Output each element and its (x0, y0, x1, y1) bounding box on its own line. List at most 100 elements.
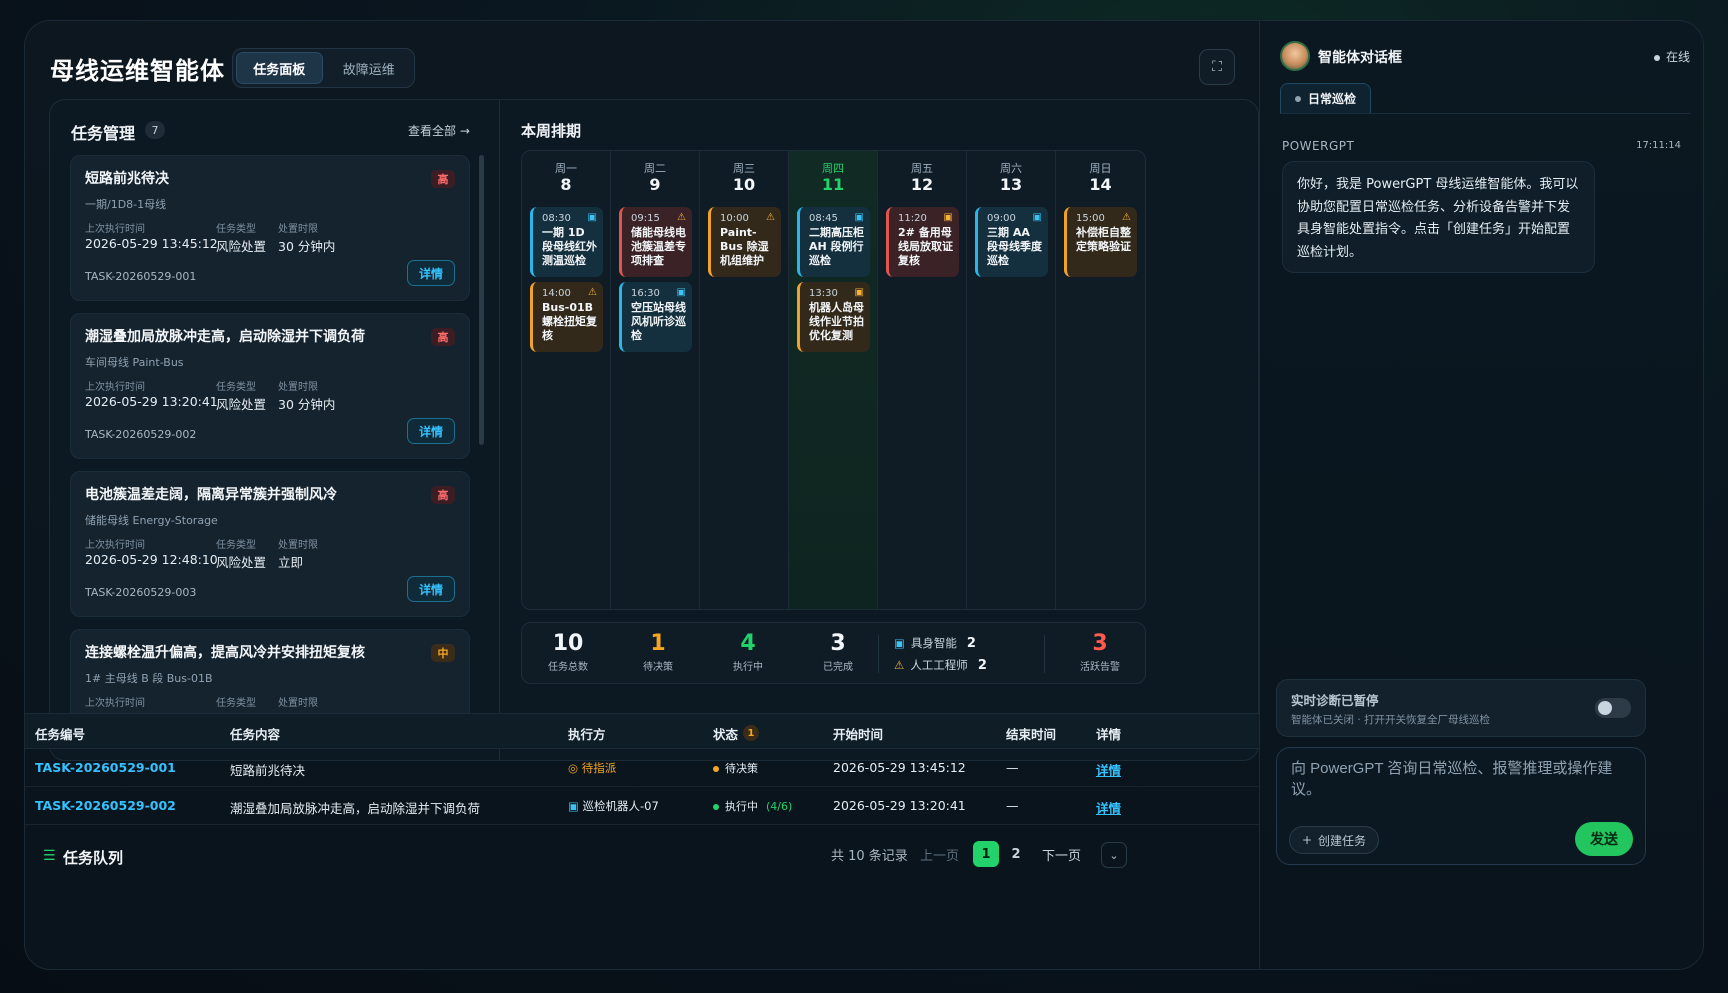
schedule-event[interactable]: 10:00 ⚠ Paint-Bus 除湿机组维护 (708, 207, 781, 277)
task-type-label: 任务类型 (216, 540, 256, 551)
tab-daily-patrol[interactable]: 日常巡检 (1280, 83, 1371, 113)
message-sender: POWERGPT (1282, 139, 1355, 153)
task-location: 一期/1D8-1母线 (85, 198, 167, 211)
status-progress: (4/6) (766, 800, 793, 813)
fullscreen-button[interactable]: ⛶ (1199, 49, 1235, 85)
task-type-value: 风险处置 (216, 239, 267, 254)
task-id-link[interactable]: TASK-20260529-001 (35, 760, 176, 775)
task-last_run-value: 2026-05-29 12:48:10 (85, 552, 218, 567)
schedule-event[interactable]: 16:30 ▣ 空压站母线风机听诊巡检 (619, 282, 692, 352)
task-location: 储能母线 Energy-Storage (85, 514, 218, 527)
day-column: 周四 11 08:45 ▣ 二期高压柜 AH 段例行巡检 13:30 ▣ 机器人岛母线作业节拍… (789, 151, 878, 609)
tab-dot-icon (1294, 95, 1301, 102)
stat-pending: 1 待决策 (618, 631, 698, 673)
day-name: 周一 (555, 162, 577, 175)
send-button[interactable]: 发送 (1575, 822, 1633, 856)
task-deadline-value: 30 分钟内 (278, 397, 336, 412)
task-content-cell: 短路前兆待决 (230, 763, 306, 778)
end-time-cell: — (1006, 760, 1019, 775)
online-label: 在线 (1665, 50, 1690, 64)
diagnosis-toggle[interactable] (1595, 698, 1631, 718)
task-board: 任务管理 7 查看全部 → 短路前兆待决 一期/1D8-1母线高上次执行时间 202… (49, 99, 1259, 761)
day-number: 10 (732, 175, 756, 194)
row-detail-link[interactable]: 详情 (1096, 760, 1121, 779)
schedule-event[interactable]: 09:00 ▣ 三期 AA 段母线季度巡检 (975, 207, 1048, 277)
chat-input-box: + 创建任务 发送 (1276, 747, 1646, 865)
executor-cell: ▣ 巡检机器人-07 (568, 798, 659, 814)
col-task-id: 任务编号 (35, 727, 86, 742)
day-number: 13 (999, 175, 1023, 194)
event-text: 机器人岛母线作业节拍优化复测 (809, 301, 864, 342)
detail-button[interactable]: 详情 (407, 260, 455, 286)
schedule-event[interactable]: 08:45 ▣ 二期高压柜 AH 段例行巡检 (797, 207, 870, 277)
status-cell: 执行中 (4/6) (713, 798, 792, 814)
page-button-1[interactable]: 1 (973, 841, 999, 867)
expand-icon: ⛶ (1212, 59, 1222, 75)
day-column: 周五 12 11:20 ▣ 2# 备用母线局放取证复核 (878, 151, 967, 609)
week-calendar: 周一 8 08:30 ▣ 一期 1D 段母线红外测温巡检 14:00 ⚠ Bus-01B 螺栓… (521, 150, 1146, 610)
day-number: 8 (560, 175, 572, 194)
page-button-2[interactable]: 2 (1003, 841, 1029, 867)
day-name: 周日 (1089, 162, 1112, 175)
day-column: 周六 13 09:00 ▣ 三期 AA 段母线季度巡检 (967, 151, 1056, 609)
main-area: 母线运维智能体 任务面板 故障运维 ⛶ 任务管理 7 查看全部 → 短路前兆待决… (25, 21, 1259, 969)
event-text: 储能母线电池簇温差专项排查 (631, 226, 686, 267)
col-detail: 详情 (1096, 727, 1122, 742)
diagnosis-title: 实时诊断已暂停 (1291, 693, 1379, 708)
row-detail-link[interactable]: 详情 (1096, 798, 1121, 817)
event-text: 2# 备用母线局放取证复核 (898, 226, 953, 267)
day-column: 周日 14 15:00 ⚠ 补偿柜自整定策略验证 (1056, 151, 1145, 609)
view-all-link[interactable]: 查看全部 → (408, 122, 470, 139)
next-page-button[interactable]: 下一页 (1042, 845, 1081, 864)
schedule-event[interactable]: 11:20 ▣ 2# 备用母线局放取证复核 (886, 207, 959, 277)
toggle-knob (1598, 701, 1612, 715)
day-column: 周三 10 10:00 ⚠ Paint-Bus 除湿机组维护 (700, 151, 789, 609)
schedule-event[interactable]: 08:30 ▣ 一期 1D 段母线红外测温巡检 (530, 207, 603, 277)
queue-title: 任务队列 (63, 849, 124, 867)
task-id-link[interactable]: TASK-20260529-002 (35, 798, 176, 813)
task-type-value: 风险处置 (216, 555, 267, 570)
robot-icon: ▣ (854, 287, 864, 298)
app-frame: 母线运维智能体 任务面板 故障运维 ⛶ 任务管理 7 查看全部 → 短路前兆待决… (24, 20, 1704, 970)
task-panel-title: 任务管理 (71, 124, 136, 143)
create-task-button[interactable]: + 创建任务 (1289, 826, 1379, 854)
user-circle-icon: ◎ (568, 761, 582, 775)
day-name: 周四 (822, 162, 844, 175)
day-column: 周二 9 09:15 ⚠ 储能母线电池簇温差专项排查 16:30 ▣ 空压站母线风机听诊巡检 (611, 151, 700, 609)
prev-page-button[interactable]: 上一页 (920, 845, 959, 864)
agent-chat-panel: 智能体对话框 在线 日常巡检 POWERGPT 17:11:14 你好，我是 P… (1259, 21, 1703, 969)
human-label: 人工工程师 (910, 658, 968, 672)
task-title: 连接螺栓温升偏高，提高风冷并安排扭矩复核 (85, 645, 365, 661)
human-icon: ⚠ (766, 212, 775, 223)
schedule-event[interactable]: 13:30 ▣ 机器人岛母线作业节拍优化复测 (797, 282, 870, 352)
page-size-dropdown[interactable]: ⌄ (1101, 842, 1127, 868)
tab-task-board[interactable]: 任务面板 (236, 52, 323, 84)
day-number: 12 (910, 175, 934, 194)
robot-icon: ▣ (854, 212, 864, 223)
stat-total-label: 任务总数 (548, 662, 588, 673)
stat-pending-label: 待决策 (643, 662, 673, 673)
task-title: 电池簇温差走阔，隔离异常簇并强制风冷 (85, 487, 337, 503)
schedule-title: 本周排期 (521, 122, 582, 140)
task-list-scrollbar[interactable] (479, 155, 484, 445)
tab-fault-ops[interactable]: 故障运维 (327, 52, 412, 84)
schedule-event[interactable]: 09:15 ⚠ 储能母线电池簇温差专项排查 (619, 207, 692, 277)
schedule-event[interactable]: 15:00 ⚠ 补偿柜自整定策略验证 (1064, 207, 1137, 277)
event-text: 补偿柜自整定策略验证 (1076, 226, 1131, 253)
stat-alerts-label: 活跃告警 (1080, 662, 1120, 673)
detail-button[interactable]: 详情 (407, 576, 455, 602)
detail-button[interactable]: 详情 (407, 418, 455, 444)
task-content-cell: 潮湿叠加局放脉冲走高，启动除湿并下调负荷 (230, 801, 481, 816)
chat-header: 智能体对话框 在线 (1280, 41, 1690, 71)
chat-input[interactable] (1291, 758, 1631, 814)
event-text: 空压站母线风机听诊巡检 (631, 301, 686, 342)
table-row: TASK-20260529-001 短路前兆待决 ◎ 待指派 待决策 2026-05-2… (25, 749, 1259, 787)
robot-count: 2 (966, 635, 976, 651)
schedule-event[interactable]: 14:00 ⚠ Bus-01B 螺栓扭矩复核 (530, 282, 603, 352)
priority-badge: 高 (431, 328, 455, 346)
agent-message-bubble: 你好，我是 PowerGPT 母线运维智能体。我可以协助您配置日常巡检任务、分析… (1282, 161, 1595, 273)
day-name: 周六 (1000, 162, 1022, 175)
task-management-panel: 任务管理 7 查看全部 → 短路前兆待决 一期/1D8-1母线高上次执行时间 202… (50, 100, 500, 760)
stats-divider (1044, 635, 1045, 673)
task-deadline-value: 30 分钟内 (278, 239, 336, 254)
